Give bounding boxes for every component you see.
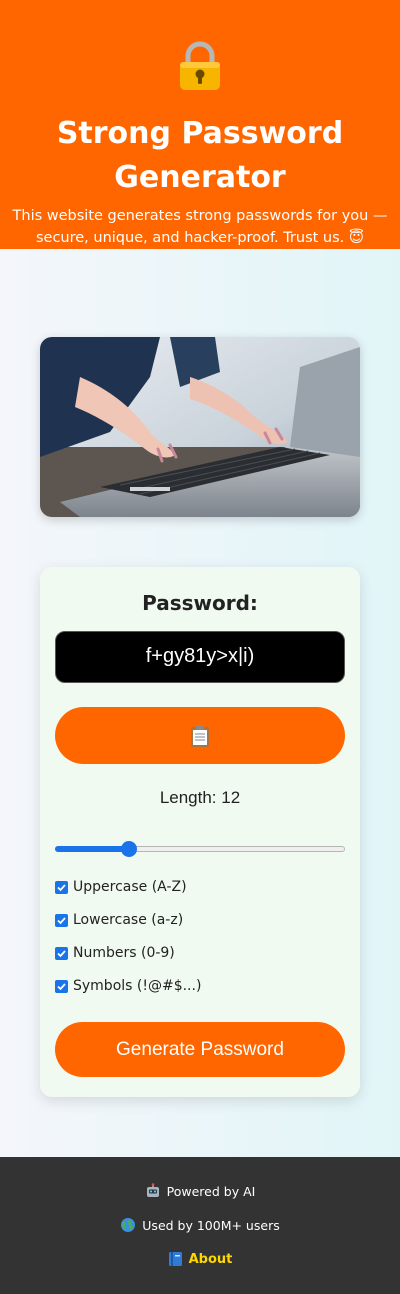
lock-icon [180,41,220,90]
slider-thumb[interactable] [121,841,137,857]
robot-icon [146,1183,159,1197]
about-link[interactable]: About [189,1252,233,1267]
symbols-label: Symbols (!@#$...) [73,978,202,994]
powered-by: Powered by AI [0,1183,400,1199]
lowercase-label: Lowercase (a-z) [73,912,184,928]
option-uppercase[interactable]: Uppercase (A-Z) [55,877,187,897]
option-lowercase[interactable]: Lowercase (a-z) [55,910,183,930]
password-output[interactable]: f+gy81y>x|i) [55,631,345,683]
users-text: Used by 100M+ users [142,1217,280,1233]
main-content: Password: f+gy81y>x|i) Length: 12 Upperc [0,249,400,1157]
slider-fill [55,846,129,852]
option-numbers[interactable]: Numbers (0-9) [55,943,175,963]
globe-icon [121,1218,136,1232]
copy-button[interactable] [55,707,345,764]
clipboard-icon [191,725,209,747]
uppercase-checkbox[interactable] [55,880,68,894]
generator-card: Password: f+gy81y>x|i) Length: 12 Upperc [40,567,360,1097]
page-subtitle: This website generates strong passwords … [12,208,388,246]
numbers-checkbox[interactable] [55,946,68,960]
password-label: Password: [142,591,258,615]
powered-by-text: Powered by AI [166,1183,256,1199]
users-count: Used by 100M+ users [0,1217,400,1233]
laptop-typing-photo [40,337,360,517]
about-row[interactable]: About [0,1251,400,1267]
lowercase-checkbox[interactable] [55,913,68,927]
page-header: Strong Password Generator This website g… [0,0,400,249]
numbers-label: Numbers (0-9) [73,945,175,961]
length-slider[interactable] [55,837,345,861]
page-title: Strong Password Generator [56,116,344,195]
symbols-checkbox[interactable] [55,979,68,993]
generate-button[interactable]: Generate Password [55,1022,345,1077]
option-symbols[interactable]: Symbols (!@#$...) [55,976,201,996]
uppercase-label: Uppercase (A-Z) [73,879,187,895]
length-label: Length: 12 [159,788,241,807]
page-footer: Powered by AI Used by 100M+ users About [0,1157,400,1294]
book-icon [168,1252,182,1266]
